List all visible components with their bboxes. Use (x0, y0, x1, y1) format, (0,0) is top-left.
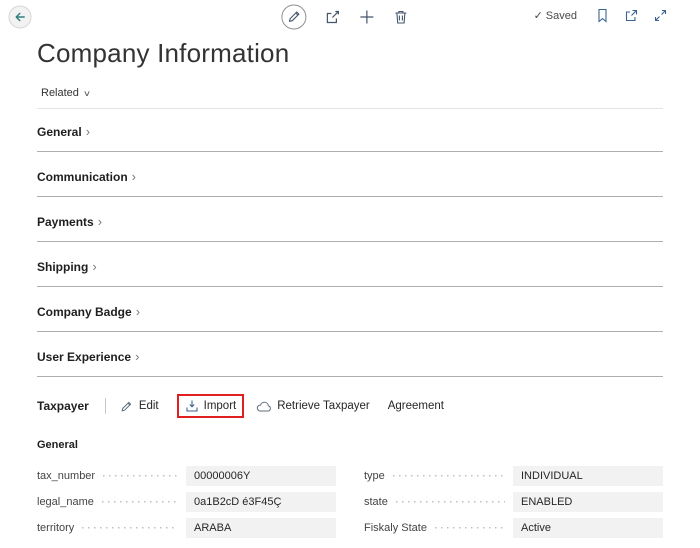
action-label: Retrieve Taxpayer (277, 398, 369, 414)
share-button[interactable] (325, 9, 341, 25)
section-label: Shipping (37, 260, 88, 274)
field-tax-number: tax_number 00000006Y (37, 463, 336, 489)
chevron-right-icon: › (86, 124, 90, 139)
plus-icon (359, 9, 375, 25)
delete-button[interactable] (393, 9, 409, 25)
dotted-leader (393, 475, 505, 477)
field-territory: territory ARABA (37, 515, 336, 541)
tax-number-field[interactable]: 00000006Y (186, 466, 336, 486)
share-icon (325, 9, 341, 25)
section-label: Company Badge (37, 305, 132, 319)
section-shipping[interactable]: Shipping › (37, 258, 663, 287)
field-group-title: General (37, 439, 663, 451)
check-icon: ✓ (534, 9, 543, 22)
field-label: state (364, 496, 388, 508)
action-label: Agreement (388, 398, 444, 414)
chevron-right-icon: › (92, 259, 96, 274)
field-label: legal_name (37, 496, 94, 508)
fiskaly-state-field[interactable]: Active (513, 518, 663, 538)
field-label: tax_number (37, 470, 95, 482)
edit-button[interactable] (281, 4, 307, 30)
section-communication[interactable]: Communication › (37, 168, 663, 197)
toolbar-divider (105, 398, 106, 414)
taxpayer-part: Taxpayer Edit Import (37, 393, 663, 541)
field-state: state ENABLED (364, 489, 663, 515)
company-information-page: ✓ Saved Company Information (0, 0, 700, 541)
saved-label: Saved (546, 10, 577, 22)
trash-icon (393, 9, 409, 25)
top-action-bar: ✓ Saved (0, 0, 700, 36)
dotted-leader (82, 527, 178, 529)
import-icon (185, 399, 199, 413)
chevron-right-icon: › (132, 169, 136, 184)
field-label: territory (37, 522, 74, 534)
expand-icon (653, 8, 668, 23)
back-button[interactable] (8, 5, 32, 29)
section-user-experience[interactable]: User Experience › (37, 348, 663, 377)
expand-button[interactable] (653, 8, 668, 23)
page-content: Company Information Related ∨ General › … (0, 38, 700, 541)
agreement-action-button[interactable]: Agreement (388, 398, 444, 414)
page-actions (281, 4, 409, 30)
menu-bar: Related ∨ (37, 83, 663, 109)
field-legal-name: legal_name 0a1B2cD é3F45Ç (37, 489, 336, 515)
action-label: Import (204, 398, 237, 414)
save-status: ✓ Saved (534, 9, 577, 22)
related-menu[interactable]: Related ∨ (41, 87, 90, 99)
section-label: User Experience (37, 350, 131, 364)
back-arrow-icon (8, 5, 32, 29)
field-label: Fiskaly State (364, 522, 427, 534)
field-fiskaly-state: Fiskaly State Active (364, 515, 663, 541)
pencil-icon (281, 4, 307, 30)
field-label: type (364, 470, 385, 482)
dotted-leader (435, 527, 505, 529)
legal-name-field[interactable]: 0a1B2cD é3F45Ç (186, 492, 336, 512)
bookmark-icon (595, 8, 610, 23)
dotted-leader (103, 475, 178, 477)
fields-left-column: tax_number 00000006Y legal_name 0a1B2cD … (37, 463, 336, 541)
section-label: Payments (37, 215, 94, 229)
cloud-icon (256, 400, 272, 413)
taxpayer-title: Taxpayer (37, 399, 89, 413)
dotted-leader (396, 501, 505, 503)
chevron-right-icon: › (136, 304, 140, 319)
state-field[interactable]: ENABLED (513, 492, 663, 512)
chevron-right-icon: › (135, 349, 139, 364)
action-label: Edit (139, 398, 159, 414)
new-button[interactable] (359, 9, 375, 25)
section-general[interactable]: General › (37, 123, 663, 152)
popout-icon (624, 8, 639, 23)
territory-field[interactable]: ARABA (186, 518, 336, 538)
related-label: Related (41, 87, 79, 99)
page-title: Company Information (37, 38, 663, 69)
bookmark-button[interactable] (595, 8, 610, 23)
section-label: General (37, 125, 82, 139)
fasttab-sections: General › Communication › Payments › Shi… (37, 123, 663, 377)
window-actions: ✓ Saved (534, 8, 668, 23)
edit-action-button[interactable]: Edit (120, 398, 159, 414)
retrieve-taxpayer-action-button[interactable]: Retrieve Taxpayer (256, 398, 369, 414)
taxpayer-toolbar: Taxpayer Edit Import (37, 393, 663, 419)
section-company-badge[interactable]: Company Badge › (37, 303, 663, 332)
import-highlight-box: Import (177, 394, 245, 418)
section-payments[interactable]: Payments › (37, 213, 663, 242)
field-type: type INDIVIDUAL (364, 463, 663, 489)
import-action-button[interactable]: Import (185, 398, 237, 414)
chevron-down-icon: ∨ (83, 89, 91, 98)
type-field[interactable]: INDIVIDUAL (513, 466, 663, 486)
fields-right-column: type INDIVIDUAL state ENABLED Fiskaly St… (364, 463, 663, 541)
open-in-window-button[interactable] (624, 8, 639, 23)
pencil-icon (120, 399, 134, 413)
chevron-right-icon: › (98, 214, 102, 229)
taxpayer-fields: tax_number 00000006Y legal_name 0a1B2cD … (37, 463, 663, 541)
section-label: Communication (37, 170, 128, 184)
dotted-leader (102, 501, 178, 503)
